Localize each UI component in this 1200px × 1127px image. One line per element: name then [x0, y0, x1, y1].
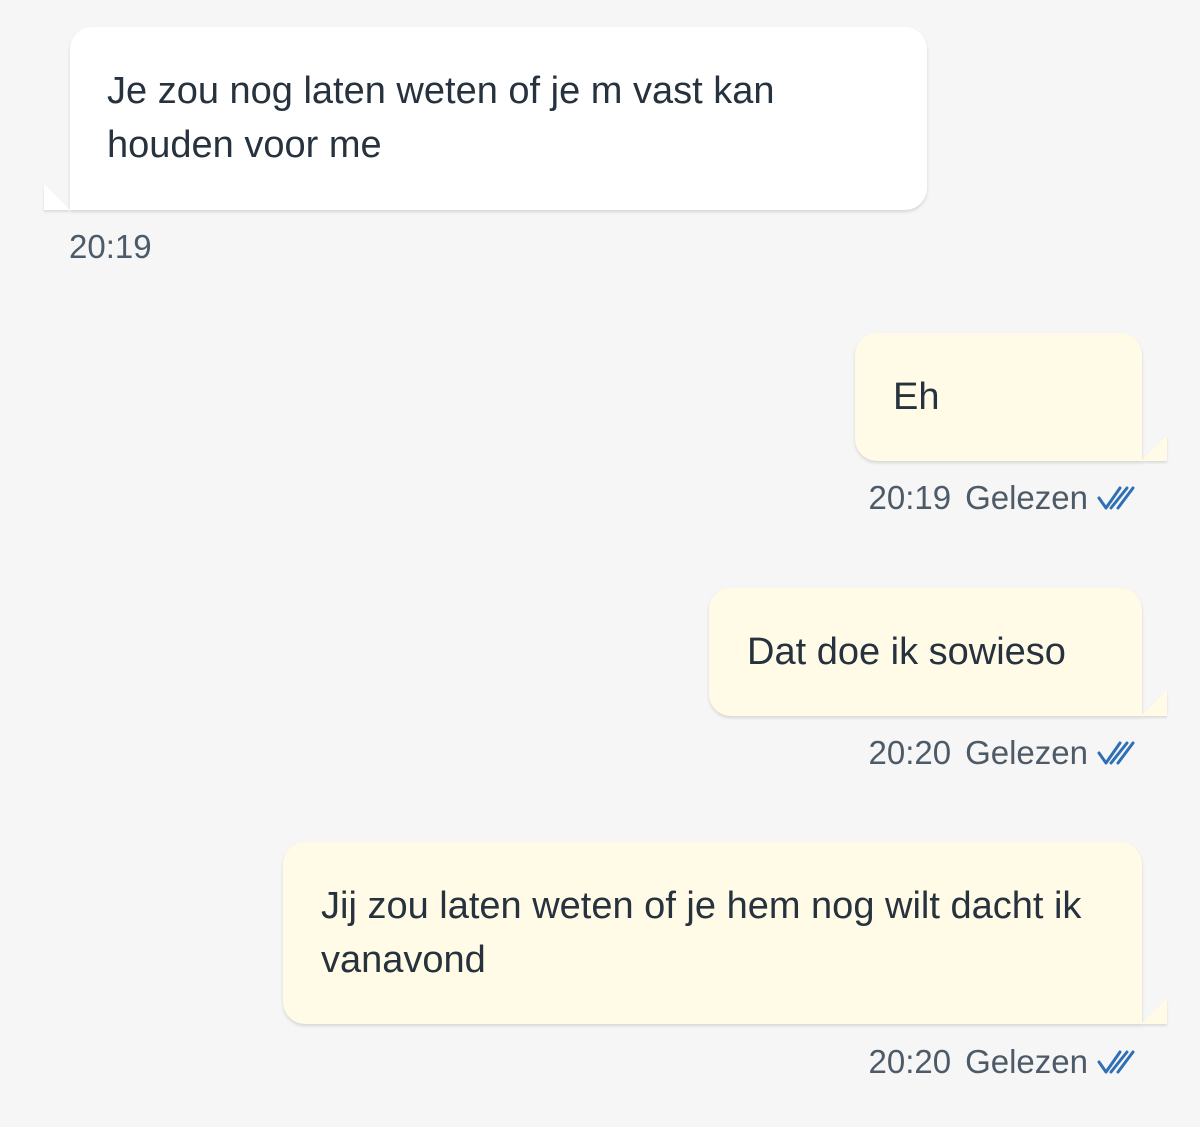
double-check-icon — [1096, 1048, 1136, 1076]
message-text: Jij zou laten weten of je hem nog wilt d… — [321, 885, 1082, 981]
message-text: Eh — [893, 376, 940, 418]
message-bubble-outgoing[interactable]: Eh — [855, 333, 1142, 461]
message-meta: 20:20 Gelezen — [868, 1042, 1136, 1082]
message-bubble-outgoing[interactable]: Dat doe ik sowieso — [709, 588, 1142, 716]
read-status: Gelezen — [965, 734, 1088, 771]
read-status: Gelezen — [965, 1043, 1088, 1080]
read-status: Gelezen — [965, 479, 1088, 516]
timestamp: 20:20 — [868, 734, 952, 771]
bubble-tail — [1141, 690, 1167, 716]
timestamp: 20:19 — [868, 479, 952, 516]
message-bubble-outgoing[interactable]: Jij zou laten weten of je hem nog wilt d… — [283, 842, 1142, 1024]
bubble-tail — [1141, 435, 1167, 461]
message-meta: 20:19 Gelezen — [868, 478, 1136, 518]
message-meta: 20:20 Gelezen — [868, 733, 1136, 773]
message-bubble-incoming[interactable]: Je zou nog laten weten of je m vast kan … — [70, 27, 927, 210]
double-check-icon — [1096, 484, 1136, 512]
message-text: Dat doe ik sowieso — [747, 631, 1066, 673]
message-time: 20:19 — [69, 227, 152, 267]
bubble-tail — [44, 184, 70, 210]
timestamp: 20:19 — [69, 228, 152, 265]
timestamp: 20:20 — [868, 1043, 952, 1080]
double-check-icon — [1096, 739, 1136, 767]
bubble-tail — [1141, 998, 1167, 1024]
message-text: Je zou nog laten weten of je m vast kan … — [107, 70, 775, 166]
